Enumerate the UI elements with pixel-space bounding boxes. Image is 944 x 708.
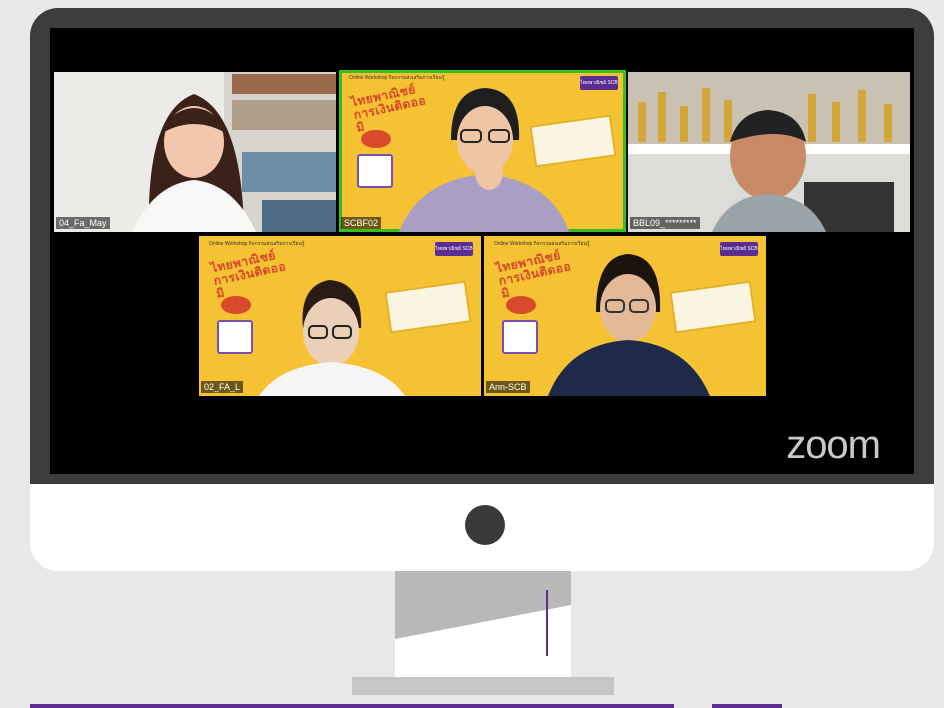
participant-tile-5[interactable]: Online Workshop กิจกรรมส่งเสริมการเรียนร… xyxy=(484,236,766,396)
participant-name-label: BBL09_********* xyxy=(630,217,700,229)
participant-tile-3[interactable]: BBL09_********* xyxy=(628,72,910,232)
participant-tile-4[interactable]: Online Workshop กิจกรรมส่งเสริมการเรียนร… xyxy=(199,236,481,396)
stand-shadow xyxy=(395,571,571,639)
participant-name-label: 04_Fa_May xyxy=(56,217,110,229)
participant-tile-2[interactable]: Online Workshop กิจกรรมส่งเสริมการเรียนร… xyxy=(339,70,626,232)
participant-video-3 xyxy=(712,110,826,232)
participant-video-5 xyxy=(548,254,710,396)
monitor-frame: 04_Fa_May Online Workshop กิจกรรมส่งเสริ… xyxy=(30,8,934,571)
camera-dot-icon xyxy=(465,505,505,545)
bottom-accent-tab xyxy=(712,704,782,708)
participant-video-4 xyxy=(259,280,405,396)
monitor-stand-base xyxy=(352,677,614,695)
bottom-accent-bar xyxy=(30,704,674,708)
participant-name-label: 02_FA_L xyxy=(201,381,244,393)
stand-accent-line xyxy=(546,590,548,656)
participant-tile-1[interactable]: 04_Fa_May xyxy=(54,72,336,232)
monitor-stand-neck xyxy=(395,571,571,677)
participant-name-label: SCBF02 xyxy=(341,217,382,229)
participant-name-label: Ann-SCB xyxy=(486,381,530,393)
participant-video-2 xyxy=(399,88,569,232)
monitor-bezel: 04_Fa_May Online Workshop กิจกรรมส่งเสริ… xyxy=(30,8,934,484)
participant-video-1 xyxy=(132,94,256,232)
zoom-watermark: zoom xyxy=(786,423,881,467)
zoom-gallery-view: 04_Fa_May Online Workshop กิจกรรมส่งเสริ… xyxy=(50,28,914,474)
